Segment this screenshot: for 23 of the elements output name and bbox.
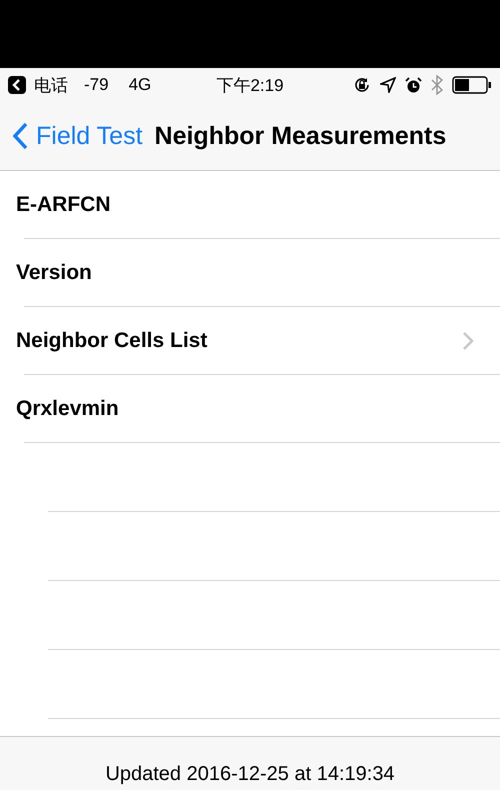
back-chevron-icon — [12, 122, 28, 150]
signal-strength: -79 — [84, 75, 109, 95]
back-button[interactable]: Field Test — [12, 122, 143, 150]
network-type: 4G — [128, 75, 152, 95]
row-label: Version — [16, 261, 92, 285]
back-app-label: 电话 — [34, 74, 68, 96]
rotation-lock-icon — [353, 76, 371, 94]
back-app-icon[interactable] — [8, 76, 26, 94]
page-title: Neighbor Measurements — [154, 122, 446, 150]
location-arrow-icon — [380, 77, 396, 93]
row-label: Qrxlevmin — [16, 397, 119, 421]
updated-timestamp: Updated 2016-12-25 at 14:19:34 — [105, 763, 395, 786]
settings-row[interactable]: Qrxlevmin — [0, 375, 500, 443]
alarm-clock-icon — [405, 76, 422, 94]
battery-icon — [452, 76, 492, 94]
bluetooth-icon — [431, 75, 443, 95]
status-time: 下午2:19 — [216, 74, 284, 96]
settings-row[interactable]: Version — [0, 239, 500, 307]
row-label: E-ARFCN — [16, 193, 110, 217]
row-label: Neighbor Cells List — [16, 329, 208, 353]
settings-row[interactable]: E-ARFCN — [0, 171, 500, 239]
chevron-icon — [462, 331, 474, 351]
settings-row[interactable]: Neighbor Cells List — [0, 307, 500, 375]
